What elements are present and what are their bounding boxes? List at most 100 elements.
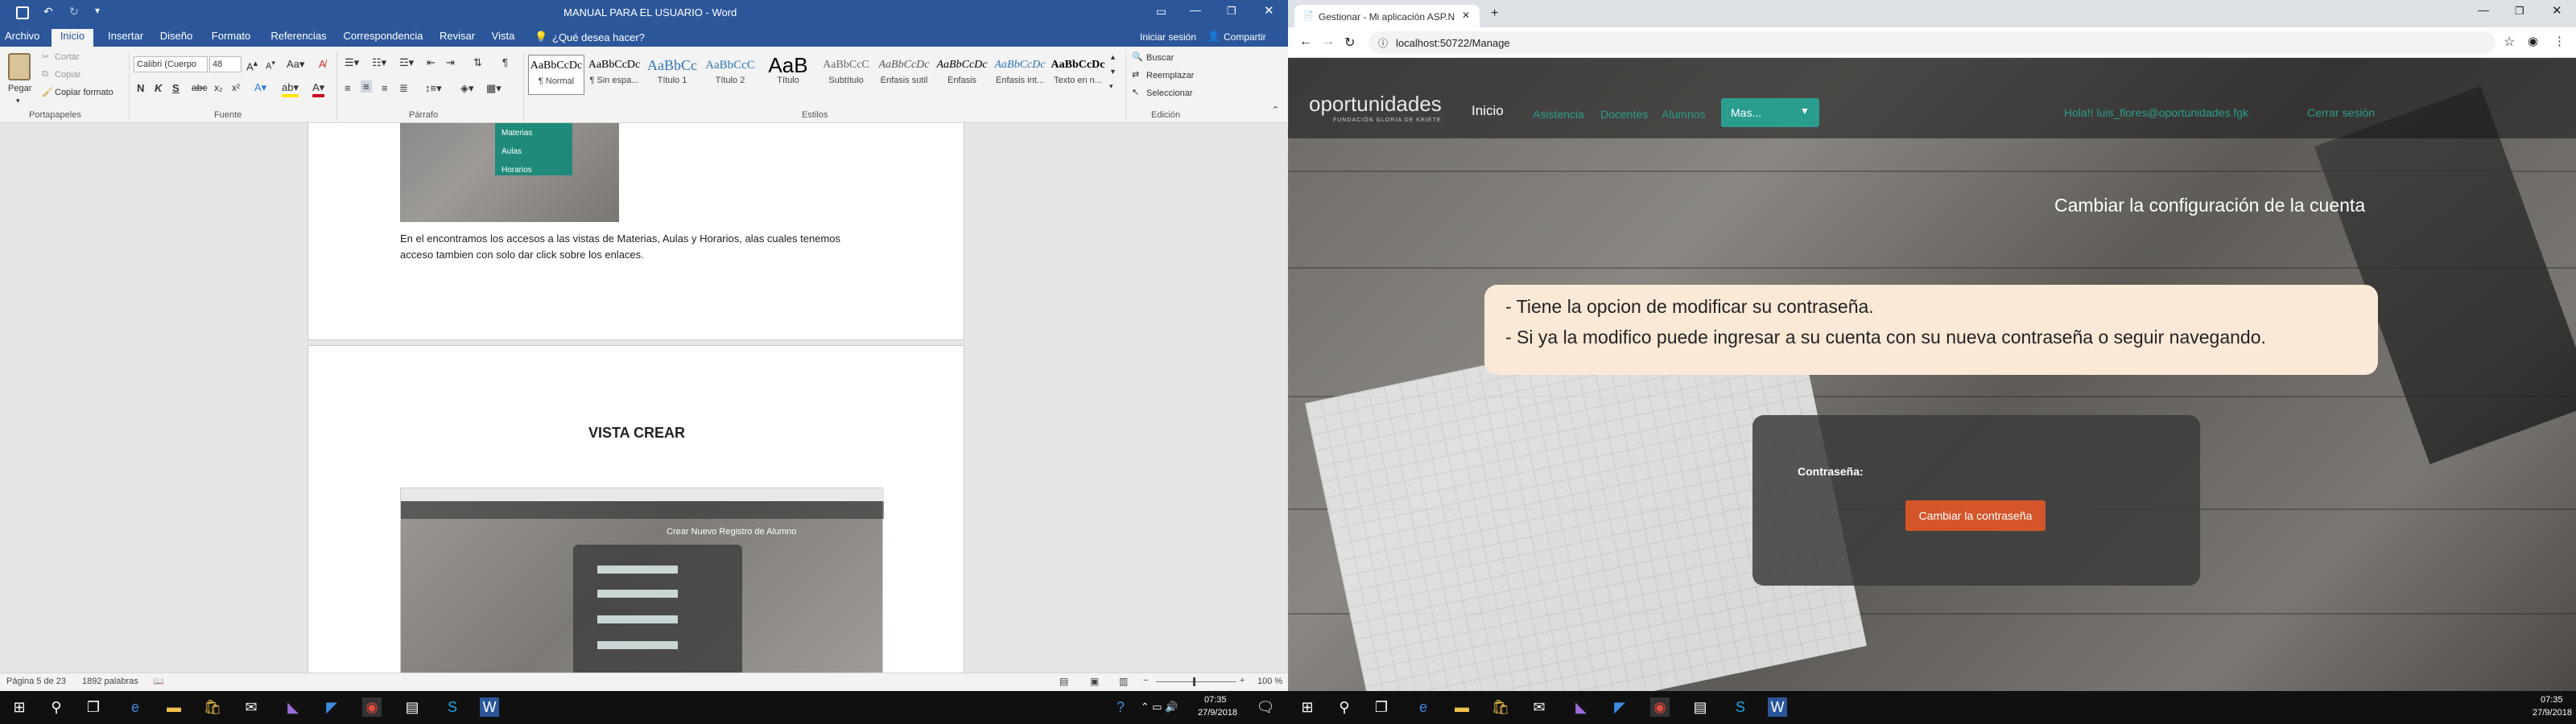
bookmark-star-icon[interactable]: ☆: [2504, 34, 2515, 50]
bullets-icon[interactable]: ☰▾: [345, 56, 359, 69]
zoom-in-button[interactable]: +: [1240, 676, 1245, 685]
subscript-icon[interactable]: x₂: [214, 82, 223, 93]
search-icon[interactable]: ⚲: [1335, 697, 1354, 717]
style-strong[interactable]: AaBbCcDc Texto en n...: [1050, 55, 1106, 95]
tab-diseno[interactable]: Diseño: [158, 29, 195, 47]
search-icon[interactable]: ⚲: [47, 697, 66, 717]
nav-attendance[interactable]: Asistencia: [1533, 108, 1584, 121]
font-name-field[interactable]: Calibri (Cuerpo: [134, 56, 208, 72]
visual-studio-icon[interactable]: ◣: [283, 697, 303, 717]
minimize-icon[interactable]: —: [2478, 3, 2489, 16]
file-explorer-icon[interactable]: ▬: [164, 697, 184, 717]
mail-icon[interactable]: ✉: [1530, 697, 1549, 717]
file-explorer-icon[interactable]: ▬: [1452, 697, 1472, 717]
borders-icon[interactable]: ▦▾: [486, 82, 502, 95]
help-icon[interactable]: ?: [1111, 697, 1130, 717]
tab-inicio[interactable]: Inicio: [52, 29, 93, 47]
bold-button[interactable]: N: [137, 82, 144, 94]
skype-icon[interactable]: S: [1731, 697, 1750, 717]
increase-indent-icon[interactable]: ⇥: [446, 56, 455, 69]
paste-options-icon[interactable]: ▾: [16, 97, 20, 105]
decrease-indent-icon[interactable]: ⇤: [427, 56, 436, 69]
forward-icon[interactable]: →: [1322, 35, 1335, 49]
paste-icon[interactable]: [8, 53, 31, 80]
tab-vista[interactable]: Vista: [488, 29, 518, 47]
zoom-slider[interactable]: [1156, 681, 1236, 682]
shrink-font-icon[interactable]: A▾: [266, 59, 275, 72]
show-marks-icon[interactable]: ¶: [502, 56, 508, 68]
align-left-icon[interactable]: ≡: [345, 82, 351, 94]
format-painter-button[interactable]: Copiar formato: [55, 88, 114, 97]
sticky-notes-icon[interactable]: ▤: [1690, 697, 1710, 717]
replace-button[interactable]: Reemplazar: [1146, 71, 1194, 80]
style-emphasis[interactable]: AaBbCcDc Énfasis: [934, 55, 990, 95]
clock-date[interactable]: 27/9/2018: [2533, 708, 2572, 718]
style-subtle-emphasis[interactable]: AaBbCcDc Énfasis sutil: [876, 55, 932, 95]
share-button[interactable]: Compartir: [1224, 31, 1266, 43]
logout-link[interactable]: Cerrar sesión: [2307, 106, 2375, 119]
visual-studio-icon[interactable]: ◣: [1571, 697, 1591, 717]
chrome-icon[interactable]: ◉: [362, 697, 382, 717]
windows-start-icon[interactable]: ⊞: [1298, 697, 1317, 717]
url-text[interactable]: localhost:50722/Manage: [1396, 37, 1510, 49]
read-mode-icon[interactable]: ▤: [1059, 676, 1068, 687]
nav-students[interactable]: Alumnos: [1662, 108, 1705, 121]
zoom-slider-thumb[interactable]: [1193, 677, 1195, 686]
grow-font-icon[interactable]: A▴: [246, 58, 258, 72]
new-tab-icon[interactable]: +: [1491, 6, 1498, 21]
task-view-icon[interactable]: ❐: [1372, 697, 1391, 717]
underline-button[interactable]: S: [172, 82, 180, 94]
align-center-icon[interactable]: ≡: [361, 80, 372, 93]
notifications-icon[interactable]: 🗨: [1256, 697, 1275, 717]
cut-button[interactable]: Cortar: [55, 52, 80, 62]
close-tab-icon[interactable]: ✕: [1462, 10, 1470, 21]
sort-icon[interactable]: ⇅: [473, 56, 482, 69]
vscode-icon[interactable]: ◤: [322, 697, 341, 717]
nav-home[interactable]: Inicio: [1472, 103, 1504, 119]
tell-me-search[interactable]: ¿Qué desea hacer?: [552, 31, 645, 43]
change-case-icon[interactable]: Aa▾: [287, 58, 304, 71]
tab-referencias[interactable]: Referencias: [270, 29, 327, 47]
user-greeting[interactable]: Hola!! luis_flores@oportunidades.fgk: [2064, 106, 2248, 119]
copy-button[interactable]: Copiar: [55, 70, 80, 80]
mail-icon[interactable]: ✉: [242, 697, 261, 717]
minimize-icon[interactable]: —: [1190, 3, 1201, 16]
format-painter-icon[interactable]: 🖌: [42, 87, 53, 97]
proofing-icon[interactable]: 📖: [153, 676, 164, 686]
style-heading-2[interactable]: AaBbCcC Título 2: [702, 55, 758, 95]
undo-icon[interactable]: ↶: [43, 5, 53, 19]
more-dropdown[interactable]: Mas... ▼: [1721, 98, 1819, 127]
style-title[interactable]: AaB Título: [760, 55, 816, 95]
replace-icon[interactable]: ⇄: [1132, 69, 1139, 80]
multilevel-list-icon[interactable]: ☲▾: [399, 56, 414, 69]
reload-icon[interactable]: ↻: [1344, 35, 1355, 51]
edge-icon[interactable]: e: [126, 697, 145, 717]
maximize-icon[interactable]: ❐: [2515, 5, 2524, 18]
page-count[interactable]: Página 5 de 23: [6, 677, 66, 686]
select-button[interactable]: Seleccionar: [1146, 88, 1192, 98]
edge-icon[interactable]: e: [1414, 697, 1433, 717]
tab-archivo[interactable]: Archivo: [5, 29, 39, 47]
chrome-icon[interactable]: ◉: [1650, 697, 1670, 717]
menu-icon[interactable]: ⋮: [2553, 34, 2566, 48]
tab-correspondencia[interactable]: Correspondencia: [341, 29, 425, 47]
save-icon[interactable]: [16, 6, 29, 19]
line-spacing-icon[interactable]: ↕≡▾: [425, 82, 442, 95]
ribbon-display-icon[interactable]: ▭: [1156, 5, 1166, 19]
close-icon[interactable]: ✕: [2552, 3, 2562, 18]
word-count[interactable]: 1892 palabras: [82, 677, 138, 686]
tab-formato[interactable]: Formato: [208, 29, 254, 47]
zoom-level[interactable]: 100 %: [1257, 677, 1282, 686]
align-right-icon[interactable]: ≡: [382, 82, 388, 94]
redo-icon[interactable]: ↻: [69, 5, 79, 19]
numbering-icon[interactable]: ☷▾: [372, 56, 386, 69]
font-color-icon[interactable]: A▾: [312, 81, 325, 97]
styles-scroll-down-icon[interactable]: ▼: [1109, 68, 1117, 76]
store-icon[interactable]: 🛍: [1491, 697, 1510, 717]
italic-button[interactable]: K: [155, 82, 162, 94]
tab-revisar[interactable]: Revisar: [438, 29, 477, 47]
cut-icon[interactable]: ✂: [42, 51, 49, 62]
collapse-ribbon-icon[interactable]: ⌃: [1272, 105, 1279, 115]
styles-scroll-up-icon[interactable]: ▲: [1109, 53, 1117, 61]
justify-icon[interactable]: ≣: [399, 82, 408, 95]
